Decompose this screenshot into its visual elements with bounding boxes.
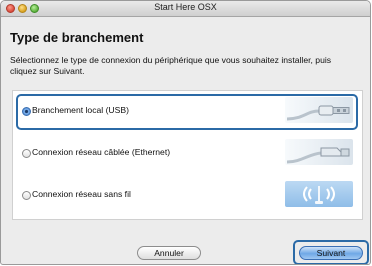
selected-option-highlight xyxy=(16,94,358,130)
option-ethernet-label[interactable]: Connexion réseau câblée (Ethernet) xyxy=(32,147,170,157)
radio-wireless[interactable] xyxy=(22,191,31,200)
continue-button-highlight xyxy=(293,240,369,264)
ethernet-cable-icon xyxy=(285,139,353,165)
wireless-icon xyxy=(285,181,353,207)
option-wireless[interactable]: Connexion réseau sans fil xyxy=(13,175,362,213)
window-title: Start Here OSX xyxy=(154,2,217,12)
instructions-text: Sélectionnez le type de connexion du pér… xyxy=(10,55,332,76)
option-ethernet[interactable]: Connexion réseau câblée (Ethernet) xyxy=(13,133,362,171)
radio-ethernet[interactable] xyxy=(22,149,31,158)
page-heading: Type de branchement xyxy=(10,30,144,45)
cancel-button[interactable]: Annuler xyxy=(137,246,201,260)
title-bar[interactable]: Start Here OSX xyxy=(1,1,370,17)
option-wireless-label[interactable]: Connexion réseau sans fil xyxy=(32,189,131,199)
installer-window: Start Here OSX Type de branchement Sélec… xyxy=(0,0,371,265)
